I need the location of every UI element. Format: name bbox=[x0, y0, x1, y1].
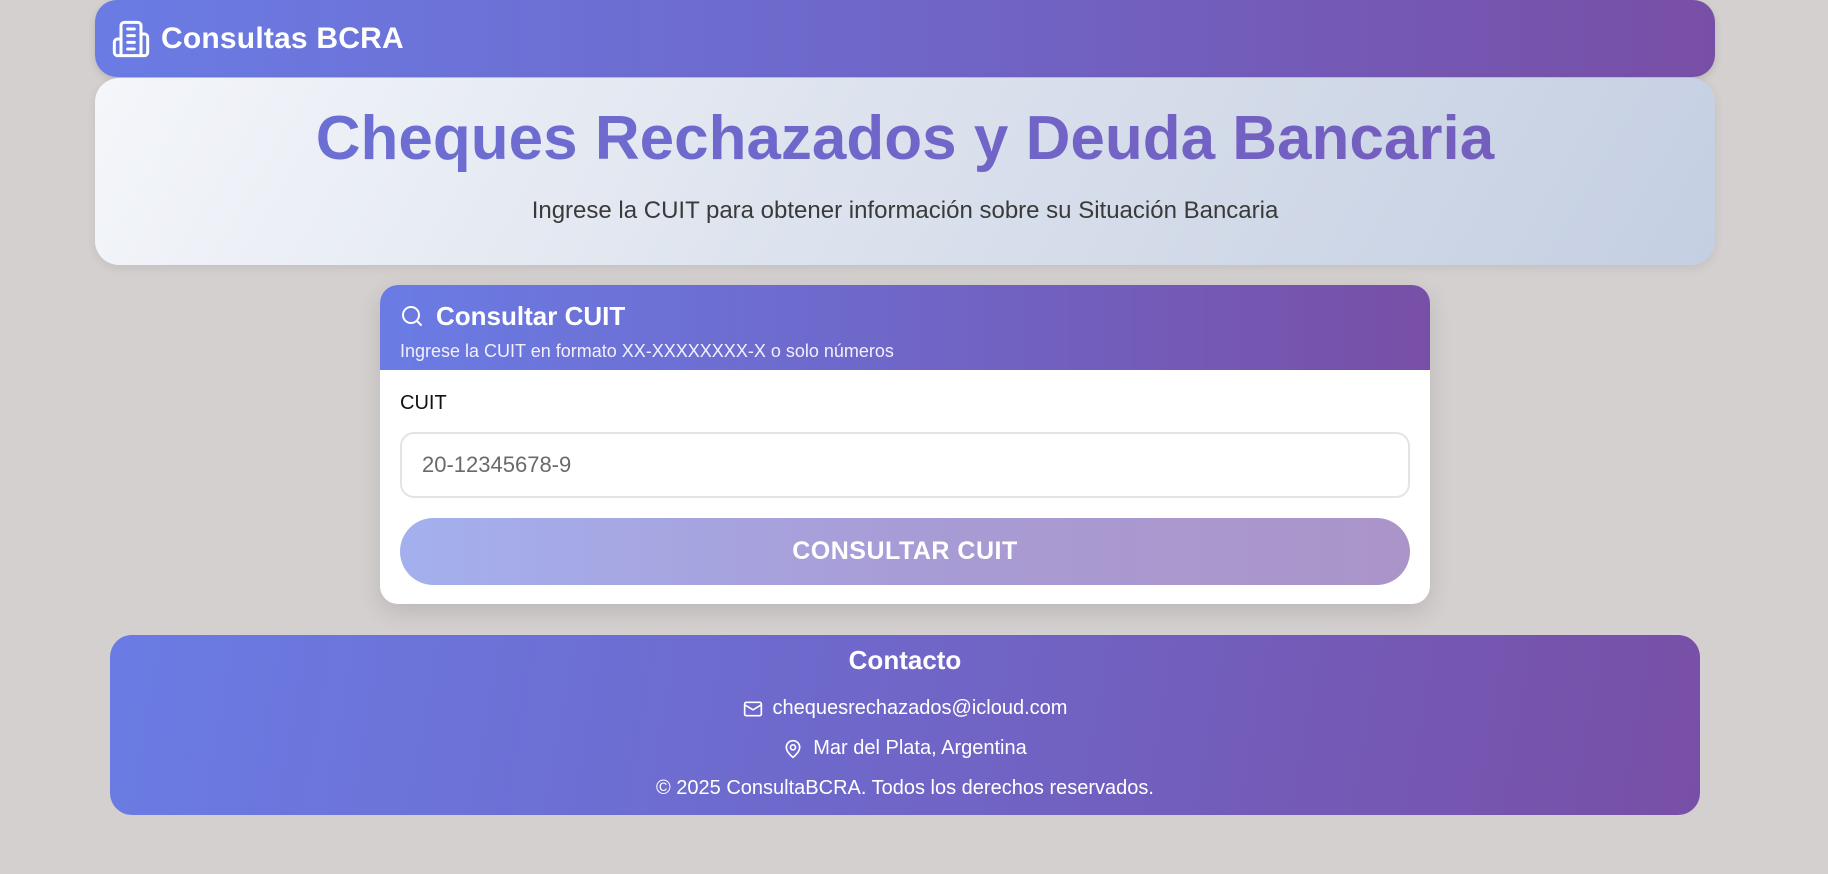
cuit-label: CUIT bbox=[400, 392, 447, 414]
footer-email-link[interactable]: chequesrechazados@icloud.com bbox=[773, 697, 1068, 720]
card-title: Consultar CUIT bbox=[436, 300, 626, 331]
card-body: CUIT CONSULTAR CUIT bbox=[380, 370, 1430, 585]
footer-copyright-row: © 2025 ConsultaBCRA. Todos los derechos … bbox=[110, 777, 1700, 800]
consultar-cuit-button[interactable]: CONSULTAR CUIT bbox=[400, 518, 1410, 585]
navbar: Consultas BCRA bbox=[95, 0, 1715, 77]
map-pin-icon bbox=[783, 739, 803, 759]
page-subtitle: Ingrese la CUIT para obtener información… bbox=[531, 197, 1279, 224]
footer-location-row: Mar del Plata, Argentina bbox=[110, 737, 1700, 760]
hero-section: Cheques Rechazados y Deuda Bancaria Ingr… bbox=[95, 78, 1715, 265]
card-header: Consultar CUIT Ingrese la CUIT en format… bbox=[380, 285, 1430, 370]
footer-copyright: © 2025 ConsultaBCRA. Todos los derechos … bbox=[656, 777, 1154, 799]
card-title-row: Consultar CUIT bbox=[400, 297, 1410, 335]
cuit-input[interactable] bbox=[400, 432, 1410, 498]
footer: Contacto chequesrechazados@icloud.com Ma… bbox=[110, 635, 1700, 815]
mail-icon bbox=[743, 699, 763, 719]
brand-title[interactable]: Consultas BCRA bbox=[161, 22, 404, 56]
cuit-query-card: Consultar CUIT Ingrese la CUIT en format… bbox=[380, 285, 1430, 604]
search-icon bbox=[400, 304, 424, 328]
footer-location: Mar del Plata, Argentina bbox=[813, 737, 1027, 759]
building-icon bbox=[111, 19, 151, 59]
page-title: Cheques Rechazados y Deuda Bancaria bbox=[95, 102, 1715, 176]
footer-email-row: chequesrechazados@icloud.com bbox=[110, 697, 1700, 720]
footer-title: Contacto bbox=[848, 645, 962, 675]
card-subtitle: Ingrese la CUIT en formato XX-XXXXXXXX-X… bbox=[400, 341, 894, 361]
